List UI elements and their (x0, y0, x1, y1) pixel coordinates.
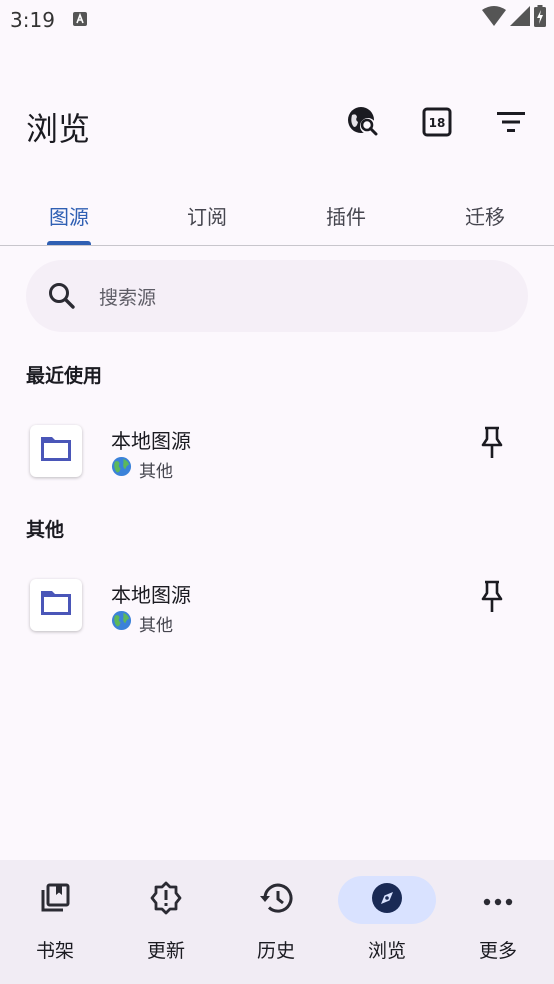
more-icon (483, 891, 513, 910)
pin-button[interactable] (474, 425, 510, 465)
filter-icon (496, 111, 526, 137)
source-language: 其他 (111, 456, 173, 482)
compass-icon (371, 882, 403, 918)
tab-feeds[interactable]: 订阅 (138, 186, 276, 244)
search-input[interactable]: 搜索源 (26, 260, 528, 332)
status-icons (482, 5, 546, 31)
history-icon (259, 882, 293, 918)
nav-icon-container (117, 876, 215, 924)
source-lang-label: 其他 (139, 461, 173, 482)
rating-18-icon: 18 (422, 107, 452, 141)
tab-label: 插件 (326, 204, 366, 229)
source-name: 本地图源 (111, 429, 191, 453)
source-thumb (30, 425, 82, 477)
source-item[interactable]: 本地图源 其他 (0, 425, 554, 521)
nav-icon-container (338, 876, 436, 924)
nav-item-library[interactable]: 书架 (0, 860, 110, 984)
source-item[interactable]: 本地图源 其他 (0, 579, 554, 675)
tab-indicator (47, 241, 91, 245)
nsfw-filter-button[interactable]: 18 (417, 104, 457, 144)
globe-search-icon (346, 105, 380, 143)
wifi-icon (482, 5, 506, 31)
globe-icon (111, 456, 132, 482)
section-header-other: 其他 (26, 519, 65, 541)
pin-icon (480, 426, 504, 464)
tab-label: 迁移 (465, 204, 505, 229)
global-search-button[interactable] (343, 104, 383, 144)
tab-migrate[interactable]: 迁移 (416, 186, 554, 244)
nav-label: 历史 (256, 940, 295, 962)
nav-icon-container (449, 876, 547, 924)
nav-label: 更多 (478, 940, 517, 962)
pin-icon (480, 580, 504, 618)
signal-icon (510, 6, 530, 30)
tab-sources[interactable]: 图源 (0, 186, 138, 245)
svg-text:18: 18 (429, 116, 446, 130)
nav-item-history[interactable]: 历史 (221, 860, 331, 984)
top-app-bar: 浏览 18 (0, 92, 554, 156)
nav-icon-container (227, 876, 325, 924)
source-name: 本地图源 (111, 583, 191, 607)
nav-item-updates[interactable]: 更新 (111, 860, 221, 984)
source-lang-label: 其他 (139, 615, 173, 636)
source-thumb (30, 579, 82, 631)
filter-button[interactable] (491, 104, 531, 144)
search-icon (46, 280, 78, 312)
tab-label: 订阅 (187, 204, 227, 229)
nav-item-browse[interactable]: 浏览 (332, 860, 442, 984)
source-language: 其他 (111, 610, 173, 636)
status-bar: 3:19 (0, 0, 554, 40)
tab-extensions[interactable]: 插件 (277, 186, 415, 244)
section-header-recent: 最近使用 (26, 365, 103, 387)
nav-label: 浏览 (367, 940, 406, 962)
folder-icon (38, 588, 74, 622)
library-icon (39, 882, 71, 918)
status-time: 3:19 (10, 8, 55, 32)
tab-bar: 图源 订阅 插件 迁移 (0, 186, 554, 246)
a-notification-icon (73, 11, 87, 26)
page-title: 浏览 (26, 110, 91, 148)
search-placeholder: 搜索源 (99, 287, 157, 309)
nav-label: 更新 (146, 940, 185, 962)
battery-charging-icon (534, 5, 546, 31)
tab-label: 图源 (49, 204, 89, 229)
nav-label: 书架 (35, 940, 74, 962)
pin-button[interactable] (474, 579, 510, 619)
nav-icon-container (6, 876, 104, 924)
bottom-navigation: 书架 更新 历史 浏览 更多 (0, 860, 554, 984)
folder-icon (38, 434, 74, 468)
updates-icon (149, 881, 183, 919)
nav-item-more[interactable]: 更多 (443, 860, 553, 984)
globe-icon (111, 610, 132, 636)
